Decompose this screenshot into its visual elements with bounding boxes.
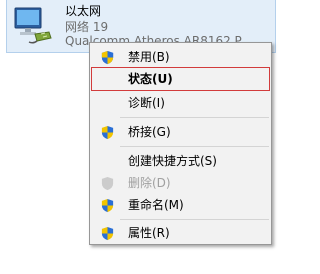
menu-separator: [120, 146, 269, 147]
menu-item-label: 重命名(M): [128, 198, 184, 212]
menu-item-label: 禁用(B): [128, 50, 170, 64]
menu-item-create-shortcut[interactable]: 创建快捷方式(S): [92, 150, 269, 172]
menu-item-status[interactable]: 状态(U): [91, 67, 270, 91]
context-menu: 禁用(B) 状态(U) 诊断(I) 桥接(G) 创建快捷方式(S) 删除(D): [89, 42, 272, 245]
menu-item-disable[interactable]: 禁用(B): [92, 46, 269, 68]
uac-shield-icon: [101, 226, 114, 241]
menu-item-label: 创建快捷方式(S): [128, 154, 217, 168]
adapter-status: 网络 19: [65, 20, 109, 34]
menu-item-delete: 删除(D): [92, 172, 269, 194]
menu-item-diagnose[interactable]: 诊断(I): [92, 92, 269, 114]
menu-separator: [120, 219, 269, 220]
menu-item-label: 状态(U): [128, 72, 173, 86]
network-adapter-icon: [14, 7, 52, 44]
uac-shield-icon: [101, 198, 114, 213]
menu-item-properties[interactable]: 属性(R): [92, 222, 269, 244]
menu-item-label: 诊断(I): [128, 96, 165, 110]
menu-item-bridge[interactable]: 桥接(G): [92, 121, 269, 143]
menu-item-label: 删除(D): [128, 176, 171, 190]
uac-shield-icon: [101, 50, 114, 65]
menu-item-label: 属性(R): [128, 226, 170, 240]
menu-item-label: 桥接(G): [128, 125, 171, 139]
uac-shield-icon: [101, 125, 114, 140]
menu-item-rename[interactable]: 重命名(M): [92, 194, 269, 216]
adapter-name: 以太网: [65, 4, 102, 18]
uac-shield-icon: [101, 176, 114, 191]
menu-separator: [120, 117, 269, 118]
